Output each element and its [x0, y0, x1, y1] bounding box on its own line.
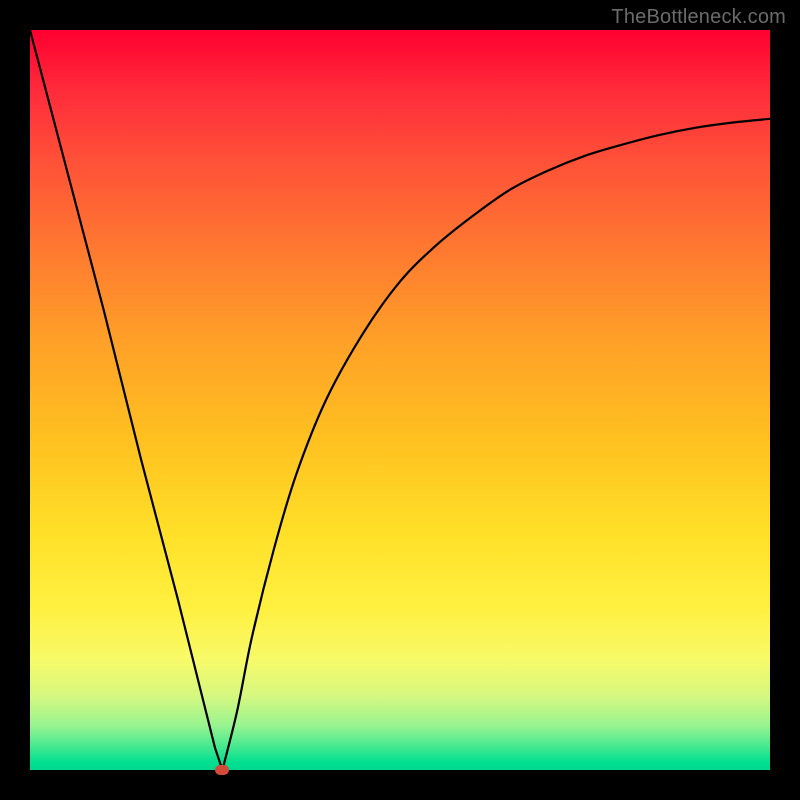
chart-frame: TheBottleneck.com	[0, 0, 800, 800]
min-marker	[215, 765, 229, 775]
curve-layer	[30, 30, 770, 770]
attribution-label: TheBottleneck.com	[611, 6, 786, 29]
bottleneck-curve-right	[222, 119, 770, 770]
bottleneck-curve-left	[30, 30, 222, 770]
plot-area	[30, 30, 770, 770]
